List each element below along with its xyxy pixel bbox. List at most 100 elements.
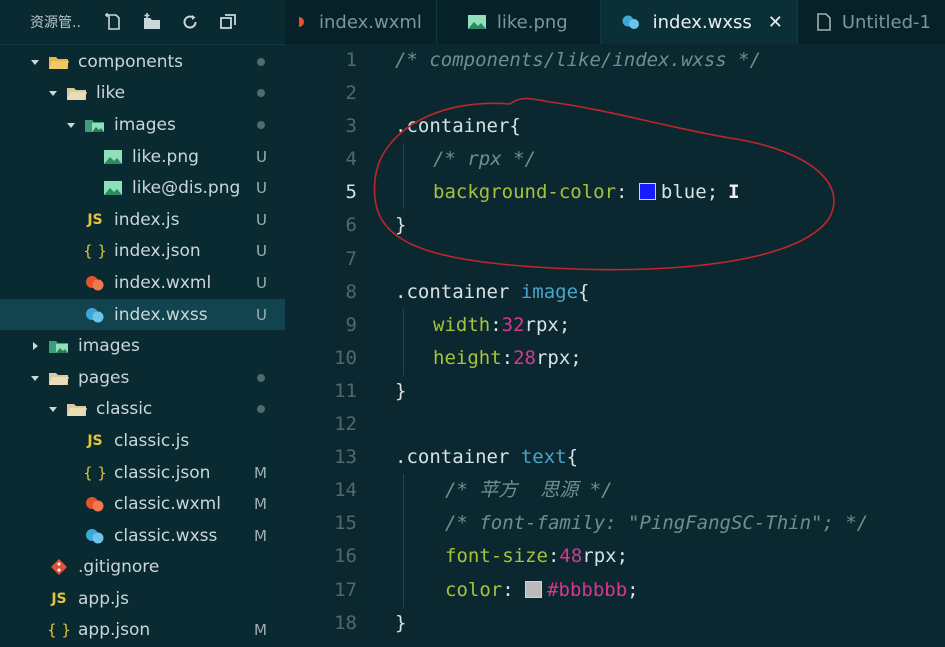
line-number: 11 xyxy=(334,379,357,402)
tree-item-like-dis-png[interactable]: like@dis.png U xyxy=(0,172,285,204)
collapse-icon[interactable] xyxy=(217,11,239,33)
code-line[interactable] xyxy=(395,408,945,441)
tree-item-label: classic.js xyxy=(114,430,190,451)
code-line[interactable]: /* font-family: "PingFangSC-Thin"; */ xyxy=(395,507,945,541)
refresh-icon[interactable] xyxy=(179,11,201,33)
git-status-modified: M xyxy=(254,621,267,640)
tree-item-app-json[interactable]: { } app.json M xyxy=(0,615,285,647)
tab-index-wxss[interactable]: index.wxss ✕ xyxy=(600,0,798,44)
git-status-untracked: U xyxy=(256,242,267,261)
indent-guide xyxy=(403,341,404,375)
image-folder-icon xyxy=(84,116,106,134)
js-file-icon: JS xyxy=(51,590,67,607)
tab-untitled-1[interactable]: Untitled-1 xyxy=(798,0,945,44)
tree-item-images[interactable]: images xyxy=(0,109,285,141)
css-unit: rpx; xyxy=(524,313,571,336)
json-file-icon: { } xyxy=(83,463,107,482)
tree-item-index-wxml[interactable]: index.wxml U xyxy=(0,267,285,299)
line-number: 10 xyxy=(334,346,357,369)
line-number: 7 xyxy=(345,247,357,270)
tree-item-index-js[interactable]: JS index.js U xyxy=(0,204,285,236)
image-file-icon xyxy=(102,148,124,166)
image-file-icon xyxy=(102,179,124,197)
semicolon: ; xyxy=(627,578,639,601)
tree-item-images-root[interactable]: images xyxy=(0,330,285,362)
tree-item-like-png[interactable]: like.png U xyxy=(0,141,285,173)
code-line[interactable]: /* rpx */ xyxy=(395,143,945,177)
colon: : xyxy=(502,578,526,601)
indent-guide xyxy=(403,507,404,541)
code-lines[interactable]: /* components/like/index.wxss */ .contai… xyxy=(395,44,945,640)
code-line[interactable]: } xyxy=(395,607,945,640)
code-line[interactable]: /* components/like/index.wxss */ xyxy=(395,44,945,77)
tree-item-like[interactable]: like xyxy=(0,78,285,110)
line-number: 1 xyxy=(345,49,357,71)
code-line[interactable]: .container{ xyxy=(395,110,945,143)
tree-item-index-wxss[interactable]: index.wxss U xyxy=(0,298,285,331)
line-number: 18 xyxy=(334,611,357,634)
tree-item-gitignore[interactable]: .gitignore xyxy=(0,552,285,584)
tab-index-wxml[interactable]: index.wxml xyxy=(285,0,437,44)
line-number: 13 xyxy=(334,446,357,469)
explorer-title: 资源管.. xyxy=(30,15,81,31)
code-line-current[interactable]: background-color: blue; I xyxy=(395,176,945,210)
code-line[interactable]: } xyxy=(395,375,945,408)
line-number: 12 xyxy=(334,413,357,436)
tree-item-app-js[interactable]: JS app.js xyxy=(0,583,285,615)
code-editor[interactable]: 1 2 3 4 5 6 7 8 9 10 11 12 13 14 15 16 1… xyxy=(285,44,945,647)
git-status-untracked: U xyxy=(256,210,267,229)
tree-item-pages[interactable]: pages xyxy=(0,362,285,394)
json-file-icon: { } xyxy=(47,621,71,640)
new-file-icon[interactable] xyxy=(103,11,125,33)
line-number-current: 5 xyxy=(345,181,357,204)
tree-item-index-json[interactable]: { } index.json U xyxy=(0,236,285,268)
status-dot xyxy=(257,57,265,66)
color-swatch[interactable] xyxy=(638,183,656,201)
tree-item-classic-wxml[interactable]: classic.wxml M xyxy=(0,488,285,520)
close-icon[interactable]: ✕ xyxy=(768,12,783,33)
code-comment: /* components/like/index.wxss */ xyxy=(395,49,762,71)
colon: : xyxy=(616,181,639,204)
code-line[interactable]: color: #bbbbbb; xyxy=(395,573,945,607)
code-line[interactable]: height:28rpx; xyxy=(395,341,945,375)
css-number: 32 xyxy=(501,313,525,336)
css-selector: .container xyxy=(395,446,521,469)
tree-item-components[interactable]: components xyxy=(0,46,285,78)
tab-like-png[interactable]: like.png xyxy=(437,0,601,44)
tree-item-classic-wxss[interactable]: classic.wxss M xyxy=(0,520,285,552)
wxml-file-icon xyxy=(84,495,106,513)
explorer-toolbar: 资源管.. xyxy=(0,0,285,45)
status-dot xyxy=(257,120,265,129)
code-line[interactable]: width:32rpx; xyxy=(395,308,945,342)
brace: } xyxy=(395,611,407,634)
css-selector: .container xyxy=(395,280,521,303)
tab-label: Untitled-1 xyxy=(841,11,931,33)
line-number: 4 xyxy=(345,148,357,171)
editor-tabs: index.wxml like.png index.wxss ✕ Untitle… xyxy=(285,0,945,44)
chevron-down-icon[interactable] xyxy=(30,57,40,67)
indent-guide xyxy=(403,143,404,177)
color-swatch[interactable] xyxy=(525,580,543,598)
code-line[interactable] xyxy=(395,243,945,276)
chevron-down-icon[interactable] xyxy=(66,120,76,130)
chevron-down-icon[interactable] xyxy=(30,373,40,383)
chevron-down-icon[interactable] xyxy=(48,88,58,98)
chevron-right-icon[interactable] xyxy=(30,341,40,351)
tree-item-classic-json[interactable]: { } classic.json M xyxy=(0,457,285,489)
tree-item-classic-js[interactable]: JS classic.js xyxy=(0,425,285,457)
code-line[interactable]: .container image{ xyxy=(395,276,945,309)
line-number: 16 xyxy=(334,545,357,568)
git-status-modified: M xyxy=(254,495,267,514)
code-line[interactable]: .container text{ xyxy=(395,441,945,474)
tree-item-label: classic.json xyxy=(114,462,211,483)
code-line[interactable]: } xyxy=(395,209,945,242)
tree-item-classic[interactable]: classic xyxy=(0,394,285,426)
git-status-untracked: U xyxy=(256,179,267,198)
tree-item-label: like.png xyxy=(132,146,199,167)
chevron-down-icon[interactable] xyxy=(48,404,58,414)
new-folder-icon[interactable] xyxy=(141,11,163,33)
code-line[interactable]: font-size:48rpx; xyxy=(395,540,945,574)
code-line[interactable] xyxy=(395,77,945,110)
code-line[interactable]: /* 苹方 思源 */ xyxy=(395,474,945,508)
line-number: 3 xyxy=(345,115,357,138)
